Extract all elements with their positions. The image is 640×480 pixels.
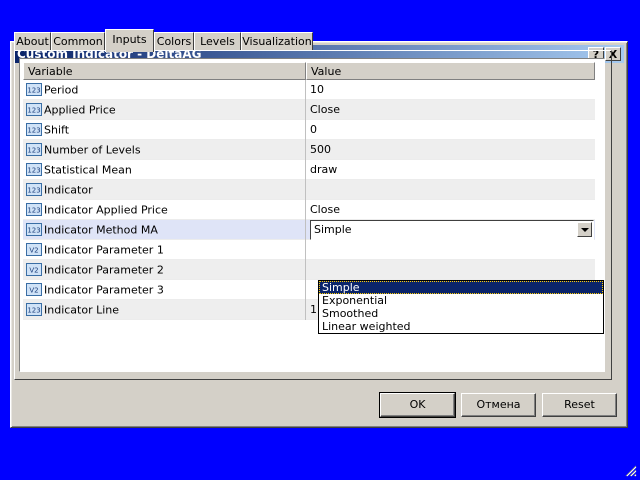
method-ma-select[interactable]: Simple xyxy=(310,220,594,240)
tab-visualization[interactable]: Visualization xyxy=(241,32,313,51)
svg-text:123: 123 xyxy=(27,126,40,134)
table-row[interactable]: V2 Indicator Parameter 2 xyxy=(23,260,595,280)
svg-text:123: 123 xyxy=(27,166,40,174)
variable-name: Statistical Mean xyxy=(44,163,132,177)
cancel-button[interactable]: Отмена xyxy=(461,393,536,417)
value-cell[interactable]: Close xyxy=(306,200,595,220)
tab-levels[interactable]: Levels xyxy=(194,32,241,51)
tab-colors[interactable]: Colors xyxy=(154,32,194,51)
int-123-icon: 123 xyxy=(26,182,42,196)
variable-cell: V2 Indicator Parameter 3 xyxy=(23,280,306,300)
dropdown-option[interactable]: Smoothed xyxy=(319,307,603,320)
value-cell[interactable] xyxy=(306,180,595,200)
variable-name: Indicator Line xyxy=(44,303,120,317)
table-row[interactable]: 123 Number of Levels 500 xyxy=(23,140,595,160)
variable-name: Indicator Method MA xyxy=(44,223,158,237)
variable-cell: 123 Indicator xyxy=(23,180,306,200)
value-cell[interactable]: 500 xyxy=(306,140,595,160)
table-header: Variable Value xyxy=(23,62,595,80)
reset-button[interactable]: Reset xyxy=(542,393,617,417)
int-123-icon: 123 xyxy=(26,222,42,236)
int-123-icon: 123 xyxy=(26,102,42,116)
double-v2-icon: V2 xyxy=(26,242,42,256)
value-cell[interactable] xyxy=(306,240,595,260)
svg-text:123: 123 xyxy=(27,206,40,214)
chevron-down-icon[interactable] xyxy=(577,222,592,237)
variable-cell: 123 Number of Levels xyxy=(23,140,306,160)
variable-cell: 123 Indicator Applied Price xyxy=(23,200,306,220)
variable-cell: 123 Indicator Line xyxy=(23,300,306,320)
value-cell[interactable]: draw xyxy=(306,160,595,180)
dropdown-option[interactable]: Linear weighted xyxy=(319,320,603,333)
tab-inputs[interactable]: Inputs xyxy=(105,29,154,52)
dropdown-option[interactable]: Exponential xyxy=(319,294,603,307)
int-123-icon: 123 xyxy=(26,162,42,176)
svg-text:123: 123 xyxy=(27,306,40,314)
int-123-icon: 123 xyxy=(26,122,42,136)
table-row[interactable]: 123 Period 10 xyxy=(23,80,595,100)
value-cell[interactable]: 10 xyxy=(306,80,595,100)
variable-name: Applied Price xyxy=(44,103,116,117)
variable-cell: V2 Indicator Parameter 2 xyxy=(23,260,306,280)
svg-text:V2: V2 xyxy=(29,266,38,274)
tab-about[interactable]: About xyxy=(14,32,51,51)
table-row[interactable]: 123 Shift 0 xyxy=(23,120,595,140)
tab-common[interactable]: Common xyxy=(51,32,105,51)
dropdown-option[interactable]: Simple xyxy=(319,281,603,294)
variable-name: Indicator xyxy=(44,183,93,197)
svg-text:123: 123 xyxy=(27,106,40,114)
method-ma-dropdown-list: Simple Exponential Smoothed Linear weighted xyxy=(318,280,604,334)
double-v2-icon: V2 xyxy=(26,282,42,296)
table-row[interactable]: 123 Indicator Method MA Simple xyxy=(23,220,595,240)
variable-cell: 123 Period xyxy=(23,80,306,100)
table-row[interactable]: 123 Applied Price Close xyxy=(23,100,595,120)
select-value: Simple xyxy=(314,223,352,236)
value-cell[interactable] xyxy=(306,260,595,280)
int-123-icon: 123 xyxy=(26,302,42,316)
svg-text:V2: V2 xyxy=(29,246,38,254)
svg-text:123: 123 xyxy=(27,226,40,234)
int-123-icon: 123 xyxy=(26,82,42,96)
resize-grip-icon[interactable] xyxy=(625,465,637,477)
svg-text:123: 123 xyxy=(27,186,40,194)
variable-name: Indicator Parameter 3 xyxy=(44,283,164,297)
value-cell[interactable]: 0 xyxy=(306,120,595,140)
variable-cell: 123 Applied Price xyxy=(23,100,306,120)
variable-cell: V2 Indicator Parameter 1 xyxy=(23,240,306,260)
variable-cell: 123 Indicator Method MA xyxy=(23,220,306,240)
double-v2-icon: V2 xyxy=(26,262,42,276)
int-123-icon: 123 xyxy=(26,142,42,156)
variable-cell: 123 Shift xyxy=(23,120,306,140)
int-123-icon: 123 xyxy=(26,202,42,216)
variable-name: Indicator Applied Price xyxy=(44,203,168,217)
svg-text:123: 123 xyxy=(27,86,40,94)
table-row[interactable]: V2 Indicator Parameter 1 xyxy=(23,240,595,260)
variable-name: Number of Levels xyxy=(44,143,141,157)
ok-button[interactable]: OK xyxy=(379,392,456,418)
table-row[interactable]: 123 Statistical Mean draw xyxy=(23,160,595,180)
variable-name: Shift xyxy=(44,123,70,137)
table-row[interactable]: 123 Indicator Applied Price Close xyxy=(23,200,595,220)
variable-name: Indicator Parameter 1 xyxy=(44,243,164,257)
variable-name: Period xyxy=(44,83,79,97)
variable-name: Indicator Parameter 2 xyxy=(44,263,164,277)
column-header-variable[interactable]: Variable xyxy=(23,62,306,80)
table-row[interactable]: 123 Indicator xyxy=(23,180,595,200)
value-cell[interactable]: Close xyxy=(306,100,595,120)
svg-text:123: 123 xyxy=(27,146,40,154)
svg-text:V2: V2 xyxy=(29,286,38,294)
variable-cell: 123 Statistical Mean xyxy=(23,160,306,180)
column-header-value[interactable]: Value xyxy=(306,62,595,80)
